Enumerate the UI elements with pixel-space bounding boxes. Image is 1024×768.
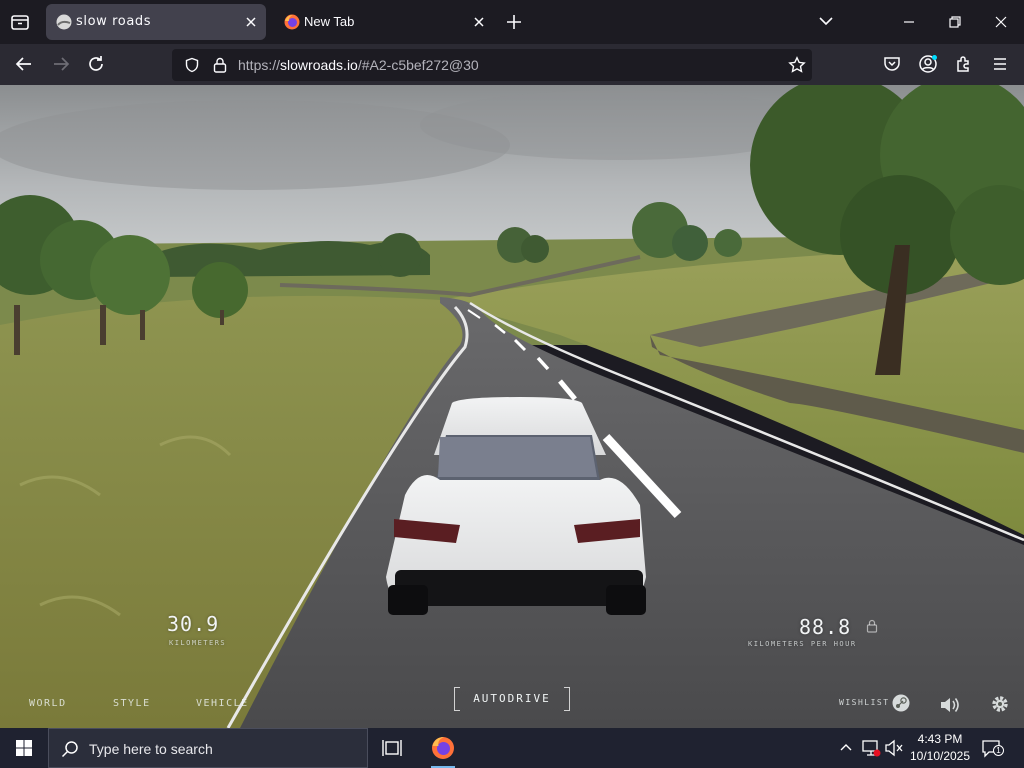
firefox-icon: [432, 737, 454, 759]
system-clock[interactable]: 4:43 PM 10/10/2025: [906, 731, 974, 765]
search-icon: [61, 741, 78, 758]
action-center-button[interactable]: 1: [980, 738, 1004, 758]
bracket-right: [564, 687, 570, 711]
taskbar-search-box[interactable]: Type here to search: [48, 728, 368, 768]
new-tab-icon[interactable]: [503, 11, 525, 33]
tracking-protection-shield-icon[interactable]: [184, 57, 200, 73]
search-placeholder: Type here to search: [89, 741, 213, 757]
menu-style[interactable]: STYLE: [113, 698, 151, 709]
windows-start-icon[interactable]: [0, 728, 48, 768]
settings-gear-icon[interactable]: [990, 694, 1010, 714]
clock-time: 4:43 PM: [917, 732, 963, 746]
tab-new-tab[interactable]: New Tab: [274, 4, 494, 40]
account-icon[interactable]: [918, 54, 938, 74]
tab-slow-roads[interactable]: slow roads: [46, 4, 266, 40]
slow-roads-favicon-icon: [56, 14, 72, 30]
extensions-icon[interactable]: [954, 54, 974, 74]
speed-unit: KILOMETERS PER HOUR: [748, 640, 857, 648]
forward-arrow-icon[interactable]: [50, 53, 72, 75]
menu-world[interactable]: WORLD: [29, 698, 67, 709]
bookmark-star-icon[interactable]: [788, 56, 806, 74]
pocket-icon[interactable]: [882, 54, 902, 74]
url-path: /#A2-c5bef272@30: [357, 57, 479, 73]
speed-value: 88.8: [799, 615, 852, 639]
distance-unit: KILOMETERS: [169, 639, 227, 647]
close-tab-icon[interactable]: [470, 13, 488, 31]
navigation-toolbar: https://slowroads.io/#A2-c5bef272@30: [0, 44, 1024, 85]
menu-vehicle[interactable]: VEHICLE: [196, 698, 249, 709]
close-tab-icon[interactable]: [242, 13, 260, 31]
url-scheme: https://: [238, 57, 281, 73]
tab-bar: slow roads New Tab: [0, 0, 1024, 44]
steam-icon[interactable]: [892, 694, 910, 712]
url-host: slowroads.io: [280, 57, 358, 73]
windows-taskbar: Type here to search 4:43 PM 10/10/2025 1: [0, 728, 1024, 768]
notification-count: 1: [993, 745, 1004, 756]
task-view-icon[interactable]: [380, 737, 404, 759]
autodrive-label: AUTODRIVE: [473, 692, 551, 705]
distance-value: 30.9: [167, 612, 220, 636]
tab-title: New Tab: [304, 14, 355, 29]
chevron-down-icon[interactable]: [816, 11, 836, 31]
network-icon[interactable]: [861, 739, 881, 757]
reload-icon[interactable]: [85, 53, 107, 75]
bracket-left: [454, 687, 460, 711]
url-text[interactable]: https://slowroads.io/#A2-c5bef272@30: [238, 57, 479, 73]
taskbar-firefox[interactable]: [423, 728, 463, 768]
tab-title: slow roads: [76, 14, 152, 29]
autodrive-button[interactable]: AUTODRIVE: [454, 687, 570, 711]
lock-icon[interactable]: [866, 619, 878, 633]
clock-date: 10/10/2025: [909, 749, 971, 763]
game-viewport[interactable]: 30.9 KILOMETERS 88.8 KILOMETERS PER HOUR…: [0, 85, 1024, 728]
wishlist-link[interactable]: WISHLIST: [839, 698, 890, 707]
lock-icon[interactable]: [212, 56, 228, 74]
firefox-favicon-icon: [284, 14, 300, 30]
restore-icon[interactable]: [944, 11, 966, 33]
speaker-muted-icon[interactable]: [884, 739, 904, 757]
show-hidden-icons-chevron-icon[interactable]: [838, 740, 854, 756]
hamburger-menu-icon[interactable]: [990, 54, 1010, 74]
close-window-icon[interactable]: [990, 11, 1012, 33]
minimize-icon[interactable]: [898, 11, 920, 33]
address-bar[interactable]: https://slowroads.io/#A2-c5bef272@30: [172, 49, 812, 81]
back-arrow-icon[interactable]: [13, 53, 35, 75]
list-all-tabs-icon[interactable]: [8, 10, 32, 34]
volume-icon[interactable]: [939, 695, 961, 715]
